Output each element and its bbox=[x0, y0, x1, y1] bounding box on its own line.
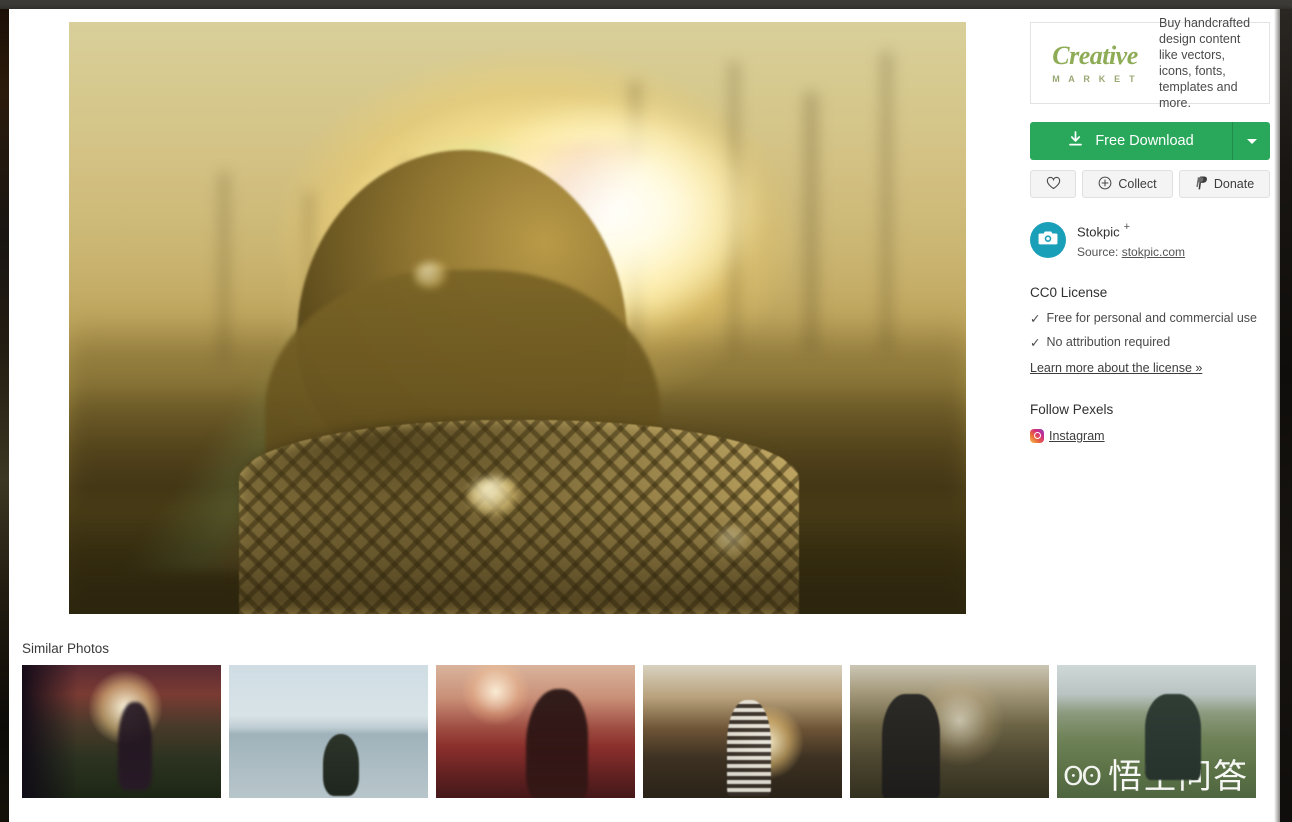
watermark: ʘʘ 悟空问答 bbox=[1063, 760, 1248, 794]
license-item-text: Free for personal and commercial use bbox=[1046, 310, 1257, 325]
photo-actions: Collect Donate bbox=[1030, 170, 1270, 198]
download-icon bbox=[1068, 131, 1083, 151]
author-source-link[interactable]: stokpic.com bbox=[1122, 245, 1185, 259]
download-options-button[interactable] bbox=[1232, 122, 1270, 160]
check-icon: ✓ bbox=[1030, 311, 1041, 326]
camera-icon bbox=[1038, 229, 1058, 251]
pexels-photo-page: Creative M A R K E T Buy handcrafted des… bbox=[0, 0, 1292, 822]
free-download-button[interactable]: Free Download bbox=[1030, 122, 1232, 160]
browser-right-edge bbox=[1274, 9, 1292, 822]
license-item: ✓ Free for personal and commercial use bbox=[1030, 311, 1270, 326]
author-info: Stokpic + Source: stokpic.com bbox=[1077, 220, 1185, 261]
watermark-text: 悟空问答 bbox=[1108, 757, 1248, 797]
license-title: CC0 License bbox=[1030, 284, 1108, 300]
follow-block: Follow Pexels Instagram bbox=[1030, 402, 1270, 443]
creative-market-copy: Buy handcrafted design content like vect… bbox=[1159, 16, 1251, 110]
author-source-label: Source: bbox=[1077, 244, 1119, 259]
photo-foreground bbox=[69, 494, 966, 614]
donate-label: Donate bbox=[1213, 177, 1255, 191]
heart-icon bbox=[1046, 176, 1061, 193]
collect-button[interactable]: Collect bbox=[1082, 170, 1173, 198]
check-icon: ✓ bbox=[1030, 335, 1041, 350]
watermark-logo: ʘʘ bbox=[1063, 762, 1102, 792]
license-list: ✓ Free for personal and commercial use ✓… bbox=[1030, 311, 1270, 350]
similar-photo-thumbnail[interactable] bbox=[643, 665, 842, 798]
instagram-link[interactable]: Instagram bbox=[1030, 428, 1270, 443]
license-item-text: No attribution required bbox=[1046, 334, 1171, 349]
browser-top-edge bbox=[0, 0, 1292, 9]
photo-bokeh bbox=[414, 262, 448, 288]
chevron-down-icon bbox=[1246, 138, 1257, 144]
similar-photos-strip: ʘʘ 悟空问答 bbox=[22, 665, 1270, 798]
similar-photo-thumbnail[interactable] bbox=[436, 665, 635, 798]
license-block: CC0 License ✓ Free for personal and comm… bbox=[1030, 285, 1270, 377]
plus-circle-icon bbox=[1098, 176, 1112, 193]
author-name-row: Stokpic + bbox=[1077, 220, 1185, 244]
like-button[interactable] bbox=[1030, 170, 1076, 198]
photo-mast bbox=[881, 52, 892, 352]
author-name[interactable]: Stokpic bbox=[1077, 224, 1120, 239]
creative-market-ad[interactable]: Creative M A R K E T Buy handcrafted des… bbox=[1030, 16, 1270, 110]
license-item: ✓ No attribution required bbox=[1030, 335, 1270, 350]
creative-market-wordmark: Creative bbox=[1052, 40, 1138, 70]
follow-title: Follow Pexels bbox=[1030, 401, 1114, 417]
creative-market-submark: M A R K E T bbox=[1052, 73, 1138, 84]
similar-photo-thumbnail[interactable]: ʘʘ 悟空问答 bbox=[1057, 665, 1256, 798]
author-follow-button[interactable]: + bbox=[1124, 221, 1130, 233]
browser-left-edge bbox=[0, 9, 9, 822]
similar-photo-thumbnail[interactable] bbox=[229, 665, 428, 798]
photo-mast bbox=[804, 92, 818, 352]
sidebar: Creative M A R K E T Buy handcrafted des… bbox=[1030, 16, 1270, 443]
license-learn-more-link[interactable]: Learn more about the license » bbox=[1030, 361, 1202, 375]
instagram-icon bbox=[1030, 428, 1044, 443]
avatar[interactable] bbox=[1030, 222, 1066, 259]
instagram-label: Instagram bbox=[1049, 428, 1105, 443]
paypal-icon bbox=[1195, 176, 1208, 193]
similar-photo-thumbnail[interactable] bbox=[850, 665, 1049, 798]
author-block: Stokpic + Source: stokpic.com bbox=[1030, 220, 1270, 261]
author-source: Source: stokpic.com bbox=[1077, 244, 1185, 261]
main-photo[interactable] bbox=[69, 22, 966, 614]
download-button-group: Free Download bbox=[1030, 122, 1270, 160]
creative-market-logo: Creative M A R K E T bbox=[1041, 40, 1149, 84]
donate-button[interactable]: Donate bbox=[1179, 170, 1270, 198]
collect-label: Collect bbox=[1118, 177, 1157, 191]
similar-photos-title: Similar Photos bbox=[22, 641, 110, 656]
free-download-label: Free Download bbox=[1095, 133, 1194, 149]
similar-photo-thumbnail[interactable] bbox=[22, 665, 221, 798]
